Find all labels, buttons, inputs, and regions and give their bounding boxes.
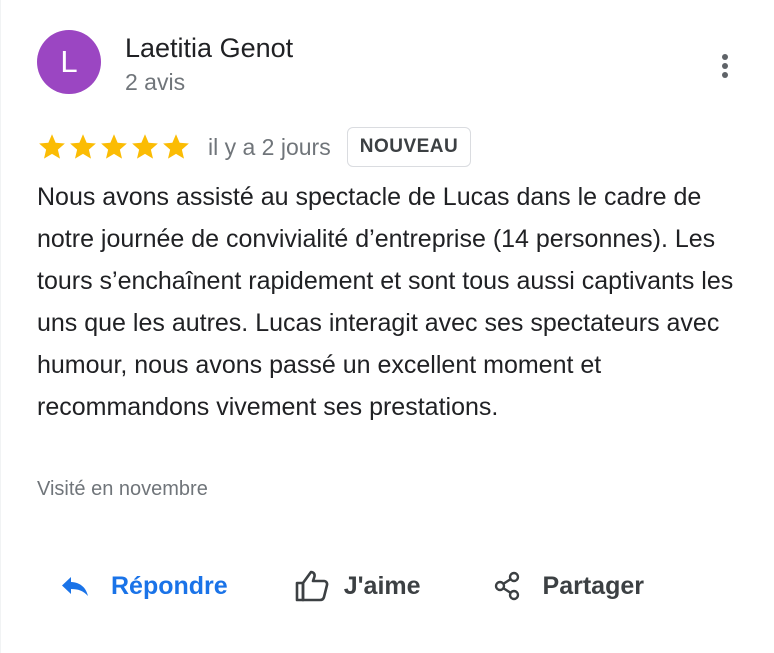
star-icon (70, 134, 96, 159)
star-icon (132, 134, 158, 159)
thumb-up-icon (292, 566, 332, 606)
author-info: Laetitia Genot 2 avis (125, 31, 293, 97)
share-label: Partager (542, 571, 644, 600)
author-review-count: 2 avis (125, 69, 186, 95)
review-time: il y a 2 jours (208, 134, 331, 160)
visited-date: Visité en novembre (37, 478, 208, 500)
rating-row: il y a 2 jours NOUVEAU (37, 126, 472, 168)
star-icon (101, 134, 127, 159)
like-label: J'aime (343, 571, 421, 600)
review-text: Nous avons assisté au spectacle de Lucas… (37, 183, 734, 421)
review-card: L Laetitia Genot 2 avis il y a 2 jours N… (0, 0, 774, 653)
review-header: L Laetitia Genot 2 avis (37, 30, 293, 97)
star-rating (37, 132, 192, 162)
more-options-button[interactable] (705, 46, 745, 86)
reply-label: Répondre (111, 571, 228, 600)
review-actions: Répondre J'aime Partager (55, 560, 644, 612)
reply-button[interactable]: Répondre (55, 560, 228, 612)
share-button[interactable]: Partager (487, 560, 644, 612)
reply-icon (55, 566, 95, 606)
new-badge: NOUVEAU (346, 127, 472, 167)
author-name[interactable]: Laetitia Genot (125, 31, 293, 65)
star-icon (39, 134, 65, 159)
star-icon (163, 134, 189, 159)
more-vert-icon (722, 54, 728, 78)
avatar[interactable]: L (37, 30, 101, 94)
like-button[interactable]: J'aime (292, 560, 421, 612)
share-icon (487, 566, 527, 606)
